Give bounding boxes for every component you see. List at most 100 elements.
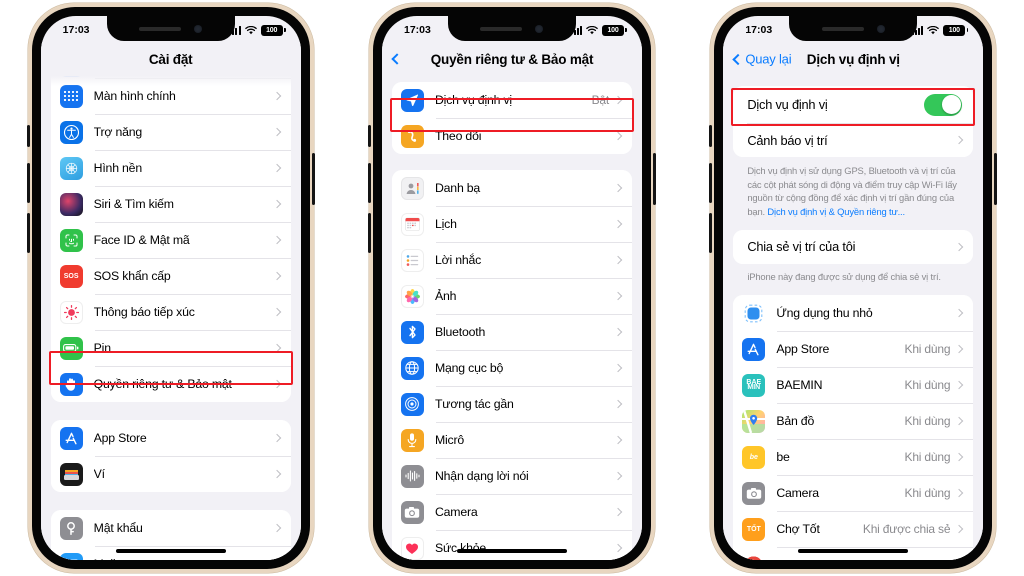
volume-down-button[interactable] [709,213,713,253]
sidebar-item-reminders[interactable]: Lời nhắc [391,242,632,278]
app-row-cho-tot[interactable]: TỐT Chợ Tốt Khi được chia sẻ [733,511,974,548]
app-row-be[interactable]: be be Khi dùng [733,439,974,476]
sidebar-item-wallpaper[interactable]: Hình nền [50,150,291,186]
exposure-notification-icon [59,300,83,324]
sidebar-item-privacy-security[interactable]: Quyền riêng tư & Bảo mật [50,366,291,402]
sidebar-item-battery[interactable]: Pin [50,330,291,366]
sidebar-item-accessibility[interactable]: Trợ năng [50,114,291,150]
home-indicator [456,548,567,553]
location-alerts-row[interactable]: Cảnh báo vị trí [733,123,974,157]
share-my-location-row[interactable]: Chia sẻ vị trí của tôi [733,229,974,264]
app-store-icon [59,426,83,450]
power-button[interactable] [311,153,315,205]
battery-icon: 100 [601,24,627,36]
share-location-group: Chia sẻ vị trí của tôi [733,229,974,264]
sidebar-item-exposure-notifications[interactable]: Thông báo tiếp xúc [50,294,291,330]
chevron-right-icon [613,435,623,445]
toggle-row-label: Dịch vụ định vị [747,97,828,112]
sidebar-item-photos[interactable]: Ảnh [391,278,632,314]
list-item-label: Thông báo tiếp xúc [93,305,195,319]
sidebar-item-speech-recognition[interactable]: Nhận dạng lời nói [391,458,632,494]
chevron-right-icon [955,344,964,354]
list-item-label: Bản đồ [776,414,815,429]
app-row-camera[interactable]: Camera Khi dùng [733,475,974,512]
app-store-icon [742,337,766,361]
sidebar-item-wallet[interactable]: Ví [50,456,291,492]
sidebar-item-calendar[interactable]: Lịch [391,206,632,242]
sidebar-item-local-network[interactable]: Mạng cục bộ [391,350,632,386]
app-row-baemin[interactable]: BAE MIN BAEMIN Khi dùng [733,367,974,404]
list-item-label: Ứng dụng thu nhỏ [776,306,873,321]
share-location-footnote: iPhone này đang được sử dụng để chia sẻ … [747,270,941,282]
battery-icon: 100 [943,24,969,36]
speech-recognition-icon [400,464,424,488]
app-clips-icon [742,301,766,325]
sidebar-item-emergency-sos[interactable]: SOS SOS khẩn cấp [50,258,291,294]
volume-down-button[interactable] [367,213,371,253]
volume-up-button[interactable] [367,163,371,203]
app-row-app-store[interactable]: App Store Khi dùng [733,331,974,368]
sidebar-item-camera[interactable]: Camera [391,494,632,530]
chevron-right-icon [955,135,964,145]
mute-switch[interactable] [367,125,371,147]
chevron-right-icon [272,433,281,443]
chevron-right-icon [955,242,964,251]
location-services-list[interactable]: Dịch vụ định vị Cảnh báo vị trí Dịch vụ … [723,76,984,560]
sidebar-item-tracking[interactable]: Theo dõi [391,118,632,154]
back-button-label: Quay lại [745,51,792,67]
settings-list-1[interactable]: Màn hình chính Trợ năng Hình nền Siri & … [40,76,301,560]
chevron-right-icon [272,271,281,281]
chevron-right-icon [272,343,281,353]
phone-2-privacy: 17:03 100 Quyền riêng tư & Bảo mật Dịch … [367,3,656,573]
nav-bar-1: Cài đặt [40,42,301,76]
sidebar-item-nearby-interactions[interactable]: Tương tác gần [391,386,632,422]
location-services-toggle[interactable] [924,93,963,116]
mute-switch[interactable] [709,125,713,147]
privacy-list[interactable]: Dịch vụ định vị Bật Theo dõi Danh bạ Lịc… [381,76,642,560]
list-item-label: Hình nền [93,161,143,175]
power-button[interactable] [652,153,656,205]
sidebar-item-microphone[interactable]: Micrô [391,422,632,458]
sidebar-item-home-screen[interactable]: Màn hình chính [50,78,291,114]
status-time: 17:03 [403,24,431,36]
volume-up-button[interactable] [26,163,30,203]
tracking-icon [400,124,424,148]
sidebar-item-health[interactable]: Sức khỏe [391,530,632,560]
sidebar-item-app-store[interactable]: App Store [50,420,291,456]
chevron-right-icon [272,127,281,137]
sidebar-item-bluetooth[interactable]: Bluetooth [391,314,632,350]
sidebar-item-contacts[interactable]: Danh bạ [391,170,632,206]
back-button[interactable] [391,53,404,65]
photos-icon [400,284,424,308]
sidebar-item-passwords[interactable]: Mật khẩu [50,510,291,546]
nav-bar-2: Quyền riêng tư & Bảo mật [381,42,642,76]
app-row-app-clips[interactable]: Ứng dụng thu nhỏ [733,295,974,332]
local-network-icon [400,356,424,380]
bluetooth-icon [400,320,424,344]
password-key-icon [59,516,83,540]
sidebar-item-location-services[interactable]: Dịch vụ định vị Bật [391,82,632,118]
volume-up-button[interactable] [709,163,713,203]
sidebar-item-siri-search[interactable]: Siri & Tìm kiếm [50,186,291,222]
phone-1-screen: 17:03 100 Cài đặt Màn hình chính Trợ năn… [40,16,301,560]
volume-down-button[interactable] [26,213,30,253]
chevron-right-icon [272,379,281,389]
sidebar-item-face-id[interactable]: Face ID & Mật mã [50,222,291,258]
be-icon: be [742,445,766,469]
list-item-value: Khi dùng [904,342,951,357]
back-button[interactable]: Quay lại [732,51,792,67]
sos-icon: SOS [59,264,83,288]
list-item-label: Nhận dạng lời nói [434,469,529,483]
chevron-right-icon [272,163,281,173]
list-item-label: App Store [93,431,147,445]
list-item-label: Micrô [434,433,465,447]
location-services-toggle-row[interactable]: Dịch vụ định vị [733,86,974,123]
privacy-hand-icon [59,372,83,396]
privacy-link[interactable]: Dịch vụ định vị & Quyền riêng tư... [767,206,905,217]
app-row-maps[interactable]: Bản đồ Khi dùng [733,403,974,440]
list-item-label: Camera [776,486,819,501]
list-item-value: Khi dùng [904,450,951,465]
chevron-right-icon [955,416,964,426]
mute-switch[interactable] [26,125,30,147]
power-button[interactable] [994,153,998,205]
